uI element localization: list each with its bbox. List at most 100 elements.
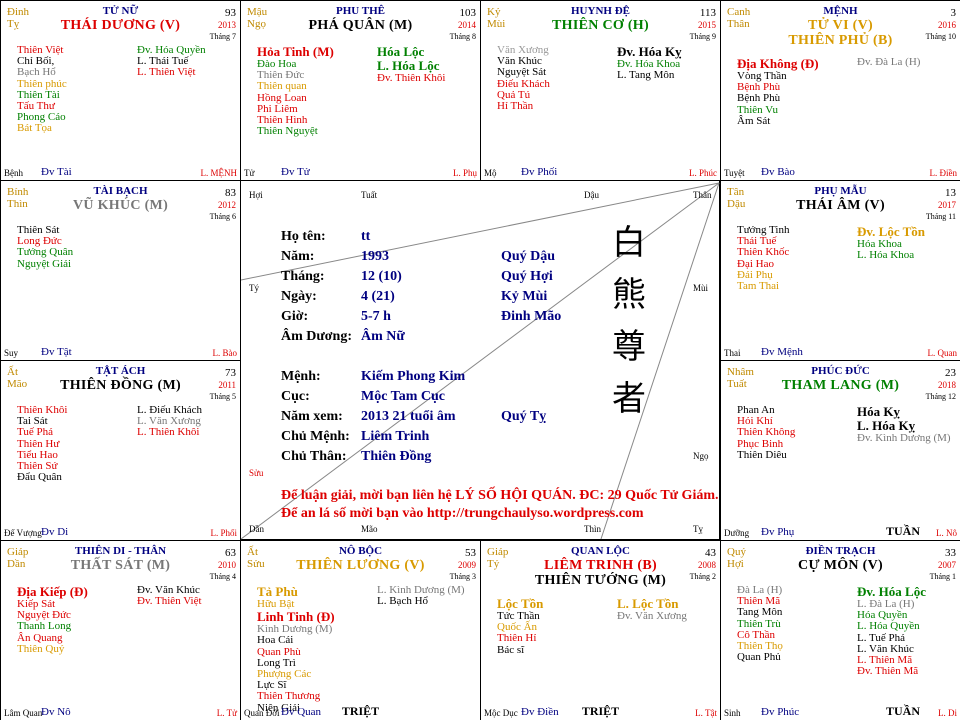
life-stage: Thai (724, 348, 741, 358)
palace-cell: Canh Thân MỆNH TỬ VI (V) THIÊN PHỦ (B) 3 2016 T… (720, 0, 960, 181)
star: Âm Sát (737, 114, 771, 127)
palace-footer: Suy Đv Tật L. Bào (1, 346, 240, 358)
age-year: 2013 (218, 20, 236, 30)
minor-stars-left: Văn Xương Văn Khúc Nguyệt Sát Điếu Khách Quả… (497, 44, 550, 113)
palace-footer: Sinh Đv Phúc L. Di TUẦN (721, 704, 960, 718)
minor-stars-left: Hỏa Tinh (M) Đào Hoa Thiên Đức Thiên quan Hồ… (257, 45, 334, 137)
info-value-2: Quý Hợi (501, 269, 553, 284)
main-stars: LIÊM TRINH (B) THIÊN TƯỚNG (M) (481, 558, 720, 588)
palace-cell: Giáp Dần THIÊN DI - THÂN THẤT SÁT (M) 63 2010… (0, 540, 241, 720)
main-stars: THÁI ÂM (V) (721, 198, 960, 213)
palace-name: PHỤ MẪU (814, 185, 867, 197)
tuan-triet-mark: TRIỆT (581, 704, 620, 718)
age-year: 2014 (458, 20, 476, 30)
age-month: Tháng 2 (689, 572, 716, 581)
age-year: 2016 (938, 20, 956, 30)
star: Thiên quan (257, 80, 307, 93)
star: Bạch Hổ (17, 66, 56, 79)
palace-name: ĐIỀN TRẠCH (805, 545, 876, 557)
age-age: 33 (945, 547, 956, 559)
info-value: Liêm Trinh (361, 429, 430, 444)
info-value: Thiên Đồng (361, 449, 432, 464)
main-stars: THÁI DƯƠNG (V) (1, 18, 240, 33)
main-star: VŨ KHÚC (M) (72, 198, 169, 213)
age-month: Tháng 11 (925, 212, 956, 221)
minor-stars-left: Phan An Hỏi Khí Thiên Không Phục Binh Thiên … (737, 404, 795, 461)
palace-footer: Tuyệt Đv Bào L. Điền (721, 166, 960, 178)
star: L. Hóa Lộc (377, 58, 440, 73)
info-label: Cục: (281, 389, 310, 404)
palace-cell: Kỷ Mùi HUYNH ĐỆ THIÊN CƠ (H) 113 2015 Tháng 9V… (480, 0, 721, 181)
age-year: 2009 (458, 560, 476, 570)
age-year: 2007 (938, 560, 956, 570)
dai-van: Đv Tử (281, 166, 310, 178)
branch-label: Dần (249, 524, 264, 534)
star: Đv. Thiên Việt (137, 595, 202, 608)
star: Lộc Tồn (497, 596, 544, 611)
age-month: Tháng 5 (209, 392, 236, 401)
life-stage: Đế Vượng (4, 528, 42, 538)
palace-footer: Thai Đv Mệnh L. Quan (721, 346, 960, 358)
main-stars: THẤT SÁT (M) (1, 558, 240, 573)
minor-stars-left: Tả Phù Hữu Bật Linh Tinh (Đ) Kình Dương (M)… (257, 585, 335, 714)
age-block: 83 2012 Tháng 6 (210, 187, 236, 223)
palace-footer: Quan Đới Đv Quan TRIỆT (241, 704, 480, 718)
palace-name: HUYNH ĐỆ (571, 5, 630, 17)
minor-stars-right: Đv. Hóa Lộc L. Đà La (H) Hóa Quyền L. Hóa Q… (857, 585, 926, 677)
dai-van: Đv Phúc (761, 706, 800, 718)
age-age: 73 (225, 367, 236, 379)
main-star: THIÊN LƯƠNG (V) (296, 558, 425, 573)
star: Địa Kiếp (Đ) (17, 584, 88, 599)
palace-name: TỬ NỮ (102, 5, 139, 17)
luu-nien: L. Phúc (689, 168, 717, 178)
star: L. Hóa Khoa (857, 249, 915, 262)
star: Linh Tinh (Đ) (257, 609, 335, 625)
main-star: CỰ MÔN (V) (798, 558, 883, 573)
info-label: Năm xem: (281, 409, 343, 424)
branch-label: Tỵ (693, 524, 703, 534)
info-value: Mộc Tam Cục (361, 389, 445, 404)
minor-stars-left: Thiên Việt Chỉ Bối, Bạch Hổ Thiên phúc Thiên… (17, 44, 67, 135)
minor-stars-right: Đv. Văn Khúc Đv. Thiên Việt (137, 584, 202, 608)
age-year: 2010 (218, 560, 236, 570)
info-label: Chủ Mệnh: (281, 429, 350, 444)
main-star: PHÁ QUÂN (M) (308, 18, 413, 33)
life-stage: Tuyệt (724, 168, 745, 178)
star: Thiên Quý (17, 642, 65, 655)
star: L. Bạch Hổ (377, 595, 429, 608)
star: Đv. Lộc Tồn (857, 224, 926, 239)
info-label: Họ tên: (281, 229, 326, 244)
branch-label: Hợi (249, 190, 263, 200)
star: Nguyệt Sát (497, 66, 547, 79)
info-value-2: Quý Dậu (501, 249, 556, 264)
age-month: Tháng 7 (209, 32, 236, 41)
star: Thiên Diêu (737, 448, 787, 461)
life-stage: Tử (244, 168, 255, 178)
center-panel: Hợi Tuất Dậu Thân Tý Mùi Sửu Ngọ Dần Mão… (240, 180, 720, 540)
minor-stars-right: Đv. Hóa Quyền L. Thái Tuế L. Thiên Việt (137, 44, 206, 79)
minor-stars-right: Hóa Kỵ L. Hóa Kỵ Đv. Kình Dương (M) (857, 405, 951, 444)
star: Hỉ Thần (497, 100, 534, 113)
age-age: 103 (459, 7, 477, 19)
age-block: 93 2013 Tháng 7 (210, 7, 236, 43)
calligraphy-char: 者 (612, 379, 646, 419)
main-star: THAM LANG (M) (781, 378, 900, 393)
branch-label: Ngọ (693, 451, 709, 461)
luu-nien: L. Di (938, 708, 957, 718)
star: Tuế Phá (17, 426, 53, 439)
life-stage: Mộ (484, 168, 497, 178)
minor-stars-left: Đà La (H) Thiên Mã Tang Môn Thiên Trù Cô Thầ… (737, 584, 783, 663)
age-month: Tháng 6 (209, 212, 236, 221)
palace-name: PHÚC ĐỨC (811, 365, 870, 377)
age-month: Tháng 3 (449, 572, 476, 581)
star: Bệnh Phù (737, 92, 781, 105)
palace-name: THIÊN DI - THÂN (74, 545, 167, 557)
age-block: 23 2018 Tháng 12 (926, 367, 956, 403)
star: Hỏa Tinh (M) (257, 44, 334, 59)
age-block: 63 2010 Tháng 4 (210, 547, 236, 583)
age-block: 33 2007 Tháng 1 (930, 547, 956, 583)
age-month: Tháng 12 (925, 392, 956, 401)
minor-stars-right: L. Điếu Khách L. Văn Xương L. Thiên Khôi (137, 404, 202, 439)
palace-footer: Đế Vượng Đv Di L. Phối (1, 526, 240, 538)
star: L. Tang Môn (617, 69, 675, 82)
